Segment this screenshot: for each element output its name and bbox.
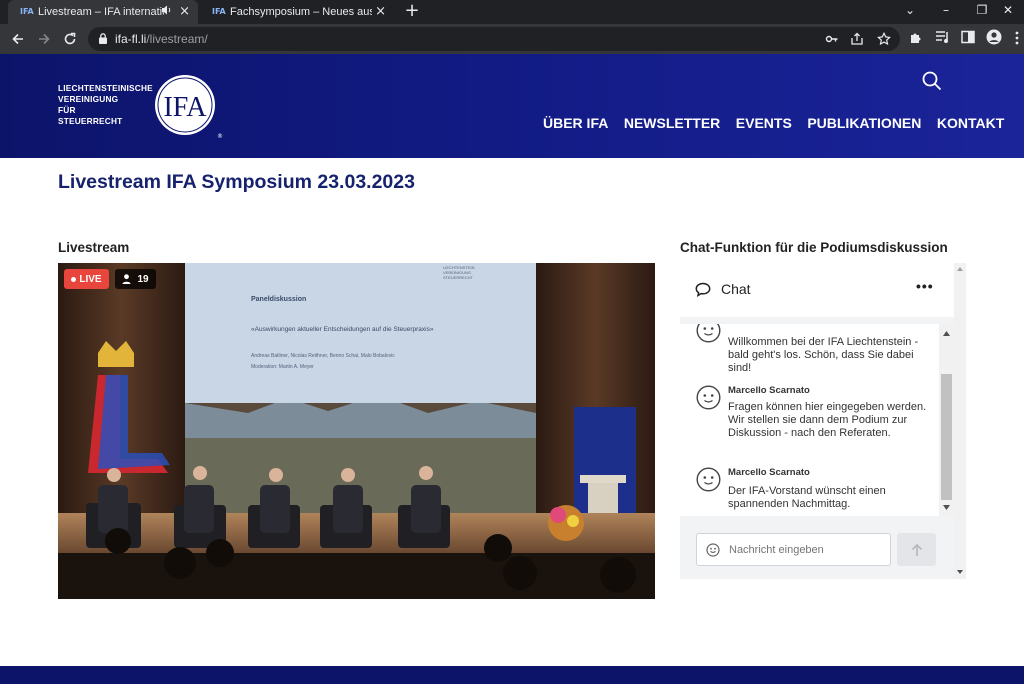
reload-icon [64,32,76,45]
address-bar[interactable]: ifa-fl.li/livestream/ [88,27,900,51]
livestream-video-player[interactable]: LIECHTENSTEIN VEREINIGUNG STEUERRECHT Pane… [58,263,655,599]
avatar-icon [696,385,721,410]
minimize-icon[interactable]: – [928,0,964,24]
profile-icon[interactable] [986,29,1002,45]
chat-author: Marcello Scarnato [728,467,810,478]
tab-search-icon[interactable]: ⌄ [892,0,928,24]
emoji-icon[interactable] [706,543,720,557]
avatar-icon [696,324,721,343]
chat-heading: Chat-Funktion für die Podiumsdiskussion [680,240,948,255]
browser-tab-bar: IFA Livestream – IFA internationa × IFA … [0,0,1024,24]
slide-subtitle: «Auswirkungen aktueller Entscheidungen a… [251,326,434,333]
ifa-favicon-icon: IFA [212,7,226,16]
slide-moderation: Moderation: Martin A. Meyer [251,364,314,370]
logo-line: LIECHTENSTEINISCHE [58,83,153,93]
slide-speakers: Andreas Batliner, Nicolas Reithner, Benn… [251,353,395,359]
logo-mark-text: IFA [163,92,207,123]
close-tab-icon[interactable]: × [179,4,190,20]
chat-message-input[interactable] [729,544,879,556]
chat-message-text: Willkommen bei der IFA Liechtenstein - b… [728,336,919,374]
side-panel-icon[interactable] [961,30,975,44]
logo-line: FÜR [58,105,76,115]
browser-toolbar: ifa-fl.li/livestream/ [0,24,1024,54]
person-icon [122,274,131,284]
chat-message-text: Fragen können hier eingegeben werden. Wi… [728,401,927,439]
forward-arrow-icon [39,33,50,45]
live-dot-icon [71,276,77,282]
url-path: /livestream/ [146,32,208,46]
nav-ueber-ifa[interactable]: ÜBER IFA [543,115,608,131]
main-navigation: ÜBER IFA NEWSLETTER EVENTS PUBLIKATIONEN… [543,115,1020,131]
nav-kontakt[interactable]: KONTAKT [937,115,1004,131]
reload-button[interactable] [60,29,80,49]
slide-heading: Paneldiskussion [251,296,307,303]
presentation-slide: LIECHTENSTEIN VEREINIGUNG STEUERRECHT Pane… [185,263,536,403]
live-label: LIVE [79,273,102,285]
send-message-button[interactable] [897,533,936,566]
chat-title: Chat [721,281,751,297]
chat-options-icon[interactable]: ••• [916,278,934,294]
search-icon[interactable] [922,71,942,91]
scroll-up-arrow-icon[interactable] [943,331,950,336]
arrow-up-icon [911,543,922,556]
close-window-icon[interactable]: ✕ [990,0,1024,24]
close-tab-icon[interactable]: × [375,4,386,20]
live-badge: LIVE [64,269,109,289]
back-arrow-icon [12,33,23,45]
nav-newsletter[interactable]: NEWSLETTER [624,115,720,131]
chat-author: Marcello Scarnato [728,385,810,396]
page-title: Livestream IFA Symposium 23.03.2023 [58,171,415,193]
avatar-icon [696,467,721,492]
livestream-heading: Livestream [58,240,130,255]
tab-title: Fachsymposium – Neues aus der [230,6,372,18]
scroll-down-arrow-icon[interactable] [943,505,950,510]
key-icon[interactable] [825,32,839,46]
new-tab-button[interactable]: + [402,0,422,24]
logo-wordmark[interactable]: LIECHTENSTEINISCHE VEREINIGUNG FÜR STEUE… [58,83,153,127]
media-queue-icon[interactable] [935,30,951,44]
site-header: LIECHTENSTEINISCHE VEREINIGUNG FÜR STEUE… [0,54,1024,158]
viewer-count: 19 [137,273,149,285]
scroll-up-arrow-icon[interactable] [957,267,963,271]
chat-message-list[interactable]: Willkommen bei der IFA Liechtenstein - b… [680,324,939,516]
extensions-puzzle-icon[interactable] [908,29,924,45]
scroll-down-arrow-icon[interactable] [957,570,963,574]
viewer-count-badge: 19 [115,269,156,289]
nav-events[interactable]: EVENTS [736,115,792,131]
svg-text:®: ® [217,133,223,140]
nav-publikationen[interactable]: PUBLIKATIONEN [807,115,921,131]
slide-logo: LIECHTENSTEIN VEREINIGUNG STEUERRECHT [443,265,475,280]
bookmark-star-icon[interactable] [877,32,891,46]
logo-line: VEREINIGUNG [58,94,119,104]
chat-header: Chat ••• [680,263,954,317]
share-icon[interactable] [850,32,864,46]
url-text: ifa-fl.li/livestream/ [115,32,208,46]
tab-title: Livestream – IFA internationa [38,6,164,18]
back-button[interactable] [8,29,28,49]
url-host: ifa-fl.li [115,32,147,46]
tab-livestream[interactable]: IFA Livestream – IFA internationa × [8,0,198,24]
lock-icon[interactable] [98,32,108,45]
chat-panel: Chat ••• Willkommen bei der IFA Liechten… [680,263,966,579]
forward-button[interactable] [34,29,54,49]
chat-scrollbar[interactable] [939,324,954,516]
chat-message-text: Der IFA-Vorstand wünscht einen spannende… [728,485,886,510]
logo-line: STEUERRECHT [58,116,123,126]
menu-kebab-icon[interactable] [1014,31,1020,45]
chat-message-input-wrapper [696,533,891,566]
iframe-scrollbar[interactable] [954,263,966,579]
speaker-icon[interactable] [161,5,172,15]
site-footer [0,666,1024,684]
chat-bubble-icon [695,282,711,297]
chat-scrollbar-thumb[interactable] [941,374,952,500]
tab-fachsymposium[interactable]: IFA Fachsymposium – Neues aus der × [200,0,394,24]
ifa-logo-icon[interactable]: IFA ® [147,74,223,140]
ifa-favicon-icon: IFA [20,7,34,16]
